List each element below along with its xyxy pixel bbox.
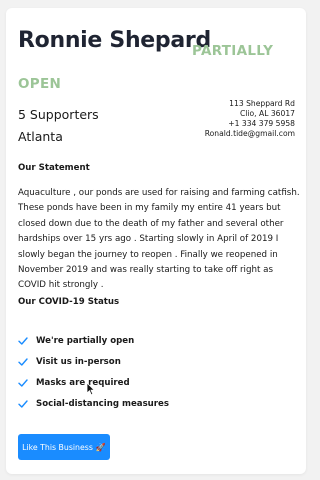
like-business-button[interactable]: Like This Business 🚀 — [18, 434, 110, 460]
address-phone: +1 334 379 5958 — [228, 119, 295, 128]
check-icon — [18, 357, 28, 367]
rocket-icon: 🚀 — [95, 442, 106, 452]
statement-text: Aquaculture , our ponds are used for rai… — [18, 188, 300, 291]
status-badge-part1: PARTIALLY — [192, 43, 274, 59]
address-city-state-zip: Clio, AL 36017 — [240, 109, 295, 118]
business-city: Atlanta — [18, 129, 63, 144]
like-button-label: Like This Business — [22, 442, 93, 452]
covid-status-item: Social-distancing measures — [18, 393, 169, 414]
covid-status-label: We're partially open — [36, 335, 135, 346]
statement-heading: Our Statement — [18, 163, 90, 173]
mouse-cursor-icon — [86, 381, 96, 396]
covid-status-list: We're partially open Visit us in-person … — [18, 330, 169, 414]
check-icon — [18, 399, 28, 409]
status-badge-part2: OPEN — [18, 76, 62, 92]
business-address: 113 Sheppard Rd Clio, AL 36017 +1 334 37… — [205, 99, 295, 139]
covid-status-label: Masks are required — [36, 377, 130, 388]
address-email: Ronald.tide@gmail.com — [204, 129, 295, 138]
covid-status-item: Visit us in-person — [18, 351, 169, 372]
covid-status-item: We're partially open — [18, 330, 169, 351]
check-icon — [18, 378, 28, 388]
covid-status-heading: Our COVID-19 Status — [18, 297, 120, 307]
covid-status-label: Social-distancing measures — [36, 398, 169, 409]
supporters-count: 5 Supporters — [18, 107, 99, 122]
business-card: Ronnie Shepard PARTIALLY OPEN 5 Supporte… — [6, 8, 306, 474]
covid-status-label: Visit us in-person — [36, 356, 121, 367]
check-icon — [18, 336, 28, 346]
address-street: 113 Sheppard Rd — [229, 99, 295, 108]
